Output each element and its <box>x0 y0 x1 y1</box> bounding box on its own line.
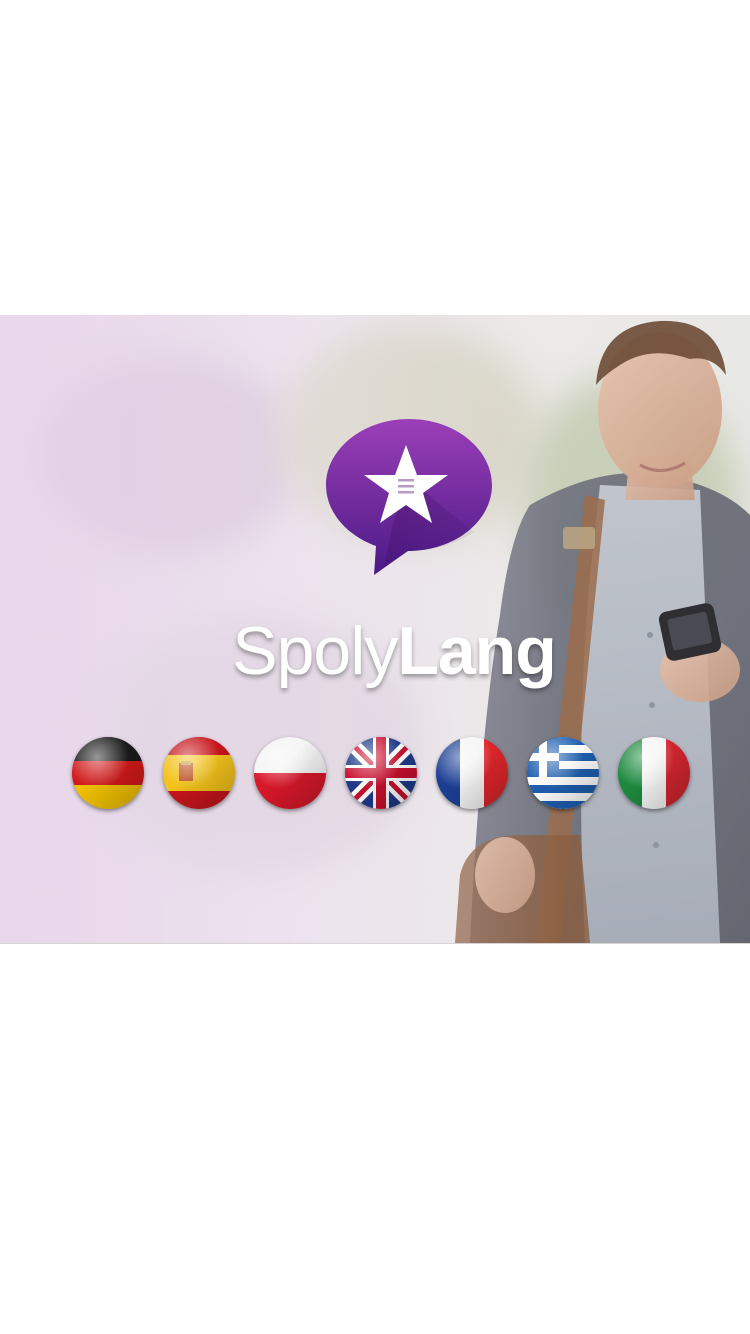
star-speech-bubble-icon <box>326 419 492 575</box>
italy-flag-icon[interactable] <box>618 737 690 809</box>
spain-flag-icon[interactable] <box>163 737 235 809</box>
germany-flag-icon[interactable] <box>72 737 144 809</box>
greece-flag-icon[interactable] <box>527 737 599 809</box>
france-flag-icon[interactable] <box>436 737 508 809</box>
app-name: SpolyLang <box>0 611 750 691</box>
united-kingdom-flag-icon[interactable] <box>345 737 417 809</box>
app-name-bold: Lang <box>397 613 556 689</box>
poland-flag-icon[interactable] <box>254 737 326 809</box>
splash-banner: SpolyLang <box>0 315 750 944</box>
splash-screen: SpolyLang <box>0 0 750 1334</box>
language-flags <box>72 737 692 813</box>
app-name-light: Spoly <box>232 613 398 689</box>
